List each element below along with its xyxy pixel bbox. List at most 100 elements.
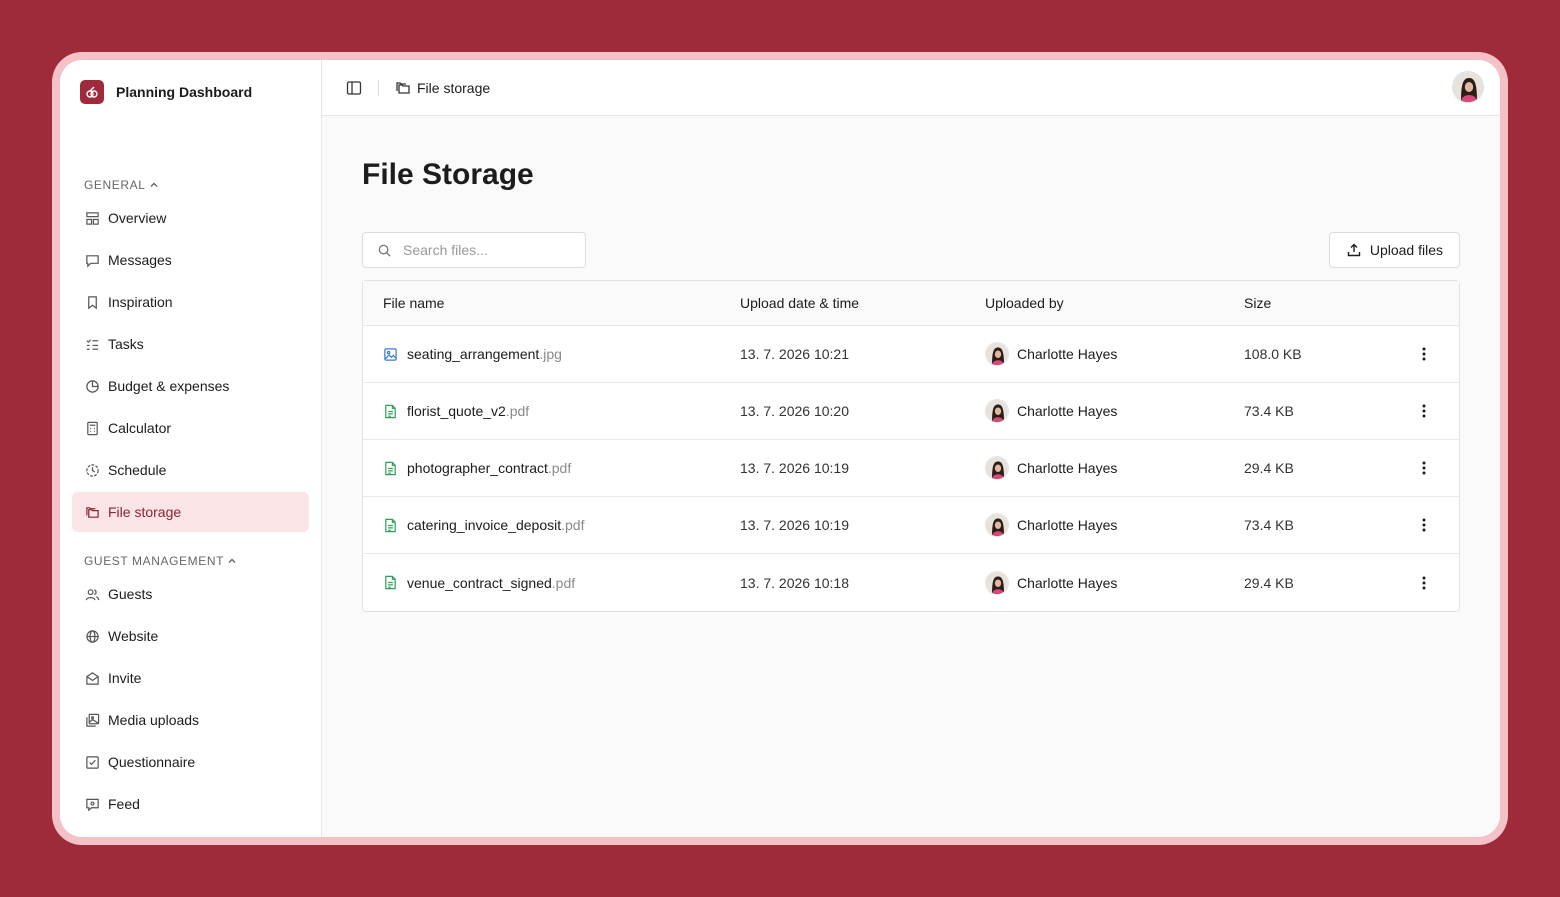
file-name-cell[interactable]: photographer_contract .pdf — [363, 460, 740, 476]
breadcrumb-current: File storage — [417, 79, 491, 96]
column-header-size[interactable]: Size — [1244, 295, 1404, 311]
sidebar-item-label: Calculator — [108, 420, 172, 436]
sidebar-item-questionnaire[interactable]: Questionnaire — [72, 742, 309, 782]
uploaded-by-cell: Charlotte Hayes — [985, 456, 1244, 480]
more-vertical-icon[interactable] — [1414, 458, 1434, 478]
uploaded-by-cell: Charlotte Hayes — [985, 342, 1244, 366]
sidebar-item-guests[interactable]: Guests — [72, 574, 309, 614]
checkbox-icon — [84, 754, 100, 770]
document-file-icon — [383, 575, 399, 591]
sidebar-toggle-icon[interactable] — [346, 80, 362, 96]
sidebar-item-label: Invite — [108, 670, 142, 686]
checklist-icon — [84, 336, 100, 352]
app-title: Planning Dashboard — [116, 84, 253, 100]
chevron-up-icon — [228, 558, 236, 563]
avatar — [985, 570, 1009, 595]
sidebar-item-budget[interactable]: Budget & expenses — [72, 366, 309, 406]
uploader-name: Charlotte Hayes — [1017, 574, 1118, 591]
column-header-uploaded-by[interactable]: Uploaded by — [985, 295, 1244, 311]
uploaded-by-cell: Charlotte Hayes — [985, 399, 1244, 423]
file-name: florist_quote_v2 — [407, 403, 506, 419]
avatar — [985, 513, 1009, 537]
sidebar-item-inspiration[interactable]: Inspiration — [72, 282, 309, 322]
user-avatar[interactable] — [1452, 71, 1484, 103]
sidebar-item-media-uploads[interactable]: Media uploads — [72, 700, 309, 740]
size-cell: 73.4 KB — [1244, 517, 1294, 533]
more-vertical-icon[interactable] — [1414, 344, 1434, 364]
sidebar-item-label: Guests — [108, 586, 153, 602]
brand[interactable]: Planning Dashboard — [80, 80, 252, 104]
upload-date-cell: 13. 7. 2026 10:20 — [740, 403, 849, 419]
file-name: seating_arrangement — [407, 346, 540, 362]
column-header-file-name[interactable]: File name — [363, 295, 740, 311]
size-cell: 108.0 KB — [1244, 346, 1302, 362]
sidebar-item-label: Questionnaire — [108, 754, 196, 770]
avatar — [985, 342, 1009, 366]
file-extension: .pdf — [561, 517, 585, 533]
sidebar-item-feed[interactable]: Feed — [72, 784, 309, 824]
more-vertical-icon[interactable] — [1414, 573, 1434, 593]
section-general-toggle[interactable]: GENERAL — [84, 178, 159, 192]
sidebar-item-schedule[interactable]: Schedule — [72, 450, 309, 490]
divider — [378, 79, 379, 96]
file-name-cell[interactable]: florist_quote_v2 .pdf — [363, 403, 740, 419]
column-header-upload-date[interactable]: Upload date & time — [740, 295, 985, 311]
uploader-name: Charlotte Hayes — [1017, 460, 1118, 476]
sidebar-item-overview[interactable]: Overview — [72, 198, 309, 238]
search-input[interactable] — [403, 242, 573, 258]
sidebar-item-invite[interactable]: Invite — [72, 658, 309, 698]
sidebar-item-label: File storage — [108, 504, 182, 520]
sidebar-item-label: Media uploads — [108, 712, 200, 728]
sidebar-item-website[interactable]: Website — [72, 616, 309, 656]
breadcrumb: File storage — [395, 80, 490, 96]
search-box[interactable] — [362, 232, 586, 268]
table-row[interactable]: venue_contract_signed .pdf 13. 7. 2026 10… — [363, 554, 1459, 611]
file-name-cell[interactable]: catering_invoice_deposit .pdf — [363, 517, 740, 533]
clock-icon — [84, 462, 100, 478]
more-vertical-icon[interactable] — [1414, 401, 1434, 421]
sidebar-item-label: Schedule — [108, 462, 167, 478]
file-name-cell[interactable]: venue_contract_signed .pdf — [363, 575, 740, 591]
calculator-icon — [84, 420, 100, 436]
sidebar-item-tasks[interactable]: Tasks — [72, 324, 309, 364]
feed-icon — [84, 796, 100, 812]
upload-files-button[interactable]: Upload files — [1328, 232, 1460, 268]
upload-date-cell: 13. 7. 2026 10:19 — [740, 517, 849, 533]
file-extension: .jpg — [539, 346, 562, 362]
table-row[interactable]: photographer_contract .pdf 13. 7. 2026 10… — [363, 440, 1459, 497]
table-row[interactable]: florist_quote_v2 .pdf 13. 7. 2026 10:20 C… — [363, 383, 1459, 440]
avatar — [985, 456, 1009, 480]
table-row[interactable]: catering_invoice_deposit .pdf 13. 7. 2026… — [363, 497, 1459, 554]
app-window: Planning Dashboard GENERAL Overview Mess… — [60, 60, 1500, 837]
uploader-name: Charlotte Hayes — [1017, 403, 1118, 419]
size-cell: 29.4 KB — [1244, 460, 1294, 476]
table-header: File name Upload date & time Uploaded by… — [363, 281, 1459, 326]
document-file-icon — [383, 517, 399, 533]
section-guest-management-toggle[interactable]: GUEST MANAGEMENT — [84, 554, 237, 568]
upload-date-cell: 13. 7. 2026 10:21 — [740, 346, 849, 362]
envelope-icon — [84, 670, 100, 686]
sidebar-item-label: Messages — [108, 252, 172, 268]
message-icon — [84, 252, 100, 268]
upload-icon — [1346, 242, 1362, 258]
sidebar-item-file-storage[interactable]: File storage — [72, 492, 309, 532]
sidebar-item-label: Budget & expenses — [108, 378, 230, 394]
page-title: File Storage — [362, 158, 534, 191]
app-logo-icon — [80, 80, 104, 104]
sidebar-item-label: Website — [108, 628, 159, 644]
sidebar-item-messages[interactable]: Messages — [72, 240, 309, 280]
size-cell: 73.4 KB — [1244, 403, 1294, 419]
sidebar-item-label: Inspiration — [108, 294, 173, 310]
more-vertical-icon[interactable] — [1414, 515, 1434, 535]
chevron-up-icon — [150, 182, 158, 187]
table-row[interactable]: seating_arrangement .jpg 13. 7. 2026 10:2… — [363, 326, 1459, 383]
sidebar-item-calculator[interactable]: Calculator — [72, 408, 309, 448]
file-name-cell[interactable]: seating_arrangement .jpg — [363, 346, 740, 362]
main-content: File storage File Storage Upload files — [322, 60, 1500, 837]
search-icon — [377, 242, 393, 258]
section-guest-management-label: GUEST MANAGEMENT — [84, 554, 225, 568]
bookmark-icon — [84, 294, 100, 310]
upload-date-cell: 13. 7. 2026 10:18 — [740, 574, 849, 591]
sidebar: Planning Dashboard GENERAL Overview Mess… — [60, 60, 322, 837]
folders-icon — [395, 80, 411, 96]
